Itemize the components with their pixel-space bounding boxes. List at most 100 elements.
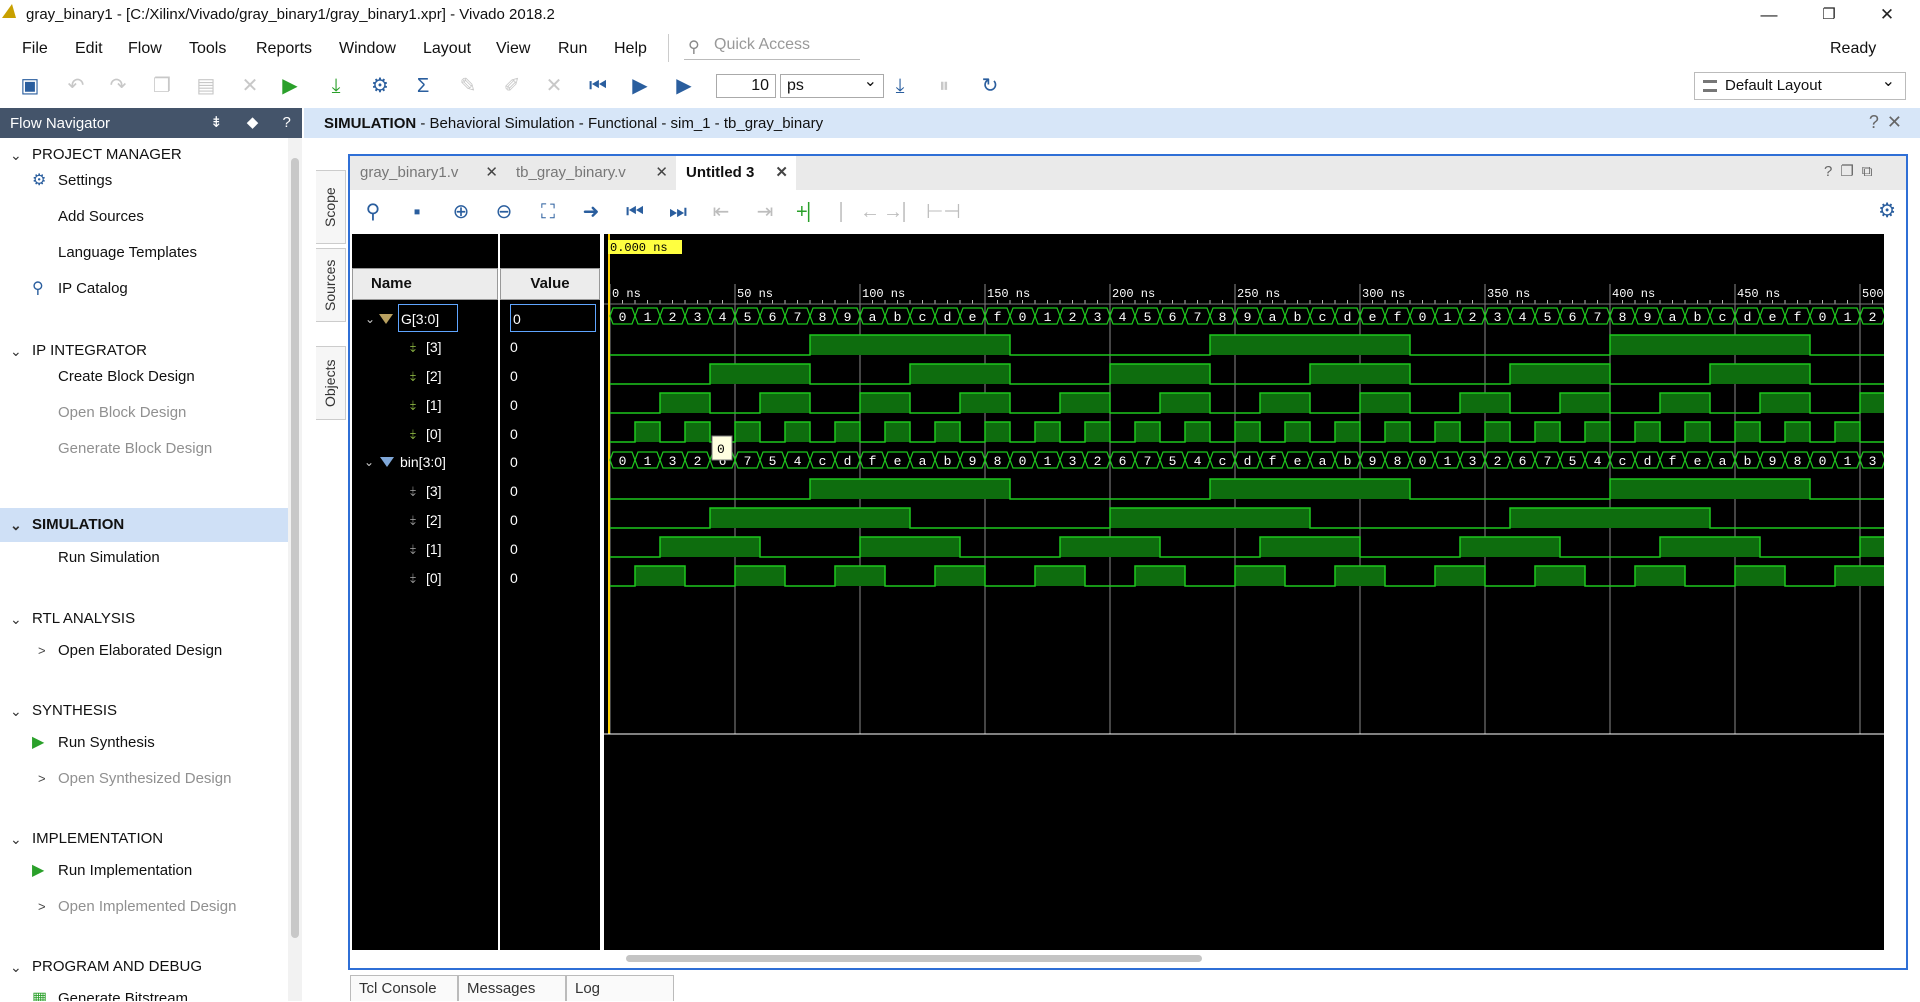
swap-cursors-icon[interactable]: ⊢⊣ — [926, 199, 961, 225]
signal-bin-3[interactable]: ⤈ [3] — [410, 477, 442, 505]
tab-messages[interactable]: Messages — [458, 975, 566, 1001]
nav-generate-block-design[interactable]: Generate Block Design — [58, 434, 212, 464]
restore-button[interactable]: ❐ — [1806, 2, 1852, 28]
nav-generate-bitstream[interactable]: ▦ Generate Bitstream — [32, 984, 188, 1001]
delete-icon[interactable]: ✕ — [238, 74, 262, 98]
signal-g-3[interactable]: ⤈ [3] — [410, 333, 442, 361]
minimize-button[interactable]: — — [1746, 2, 1792, 28]
nav-run-synthesis[interactable]: ▶ Run Synthesis — [32, 728, 155, 758]
step-icon[interactable]: ⤓ — [888, 74, 912, 98]
nav-open-implemented-design[interactable]: > Open Implemented Design — [38, 892, 236, 922]
section-rtl-analysis[interactable]: ⌄ RTL ANALYSIS — [0, 604, 288, 634]
redo-icon[interactable]: ↷ — [106, 74, 130, 98]
nav-language-templates[interactable]: Language Templates — [58, 238, 197, 268]
nav-settings[interactable]: ⚙ Settings — [32, 166, 112, 196]
run-all-icon[interactable]: ▶ — [628, 74, 652, 98]
section-simulation[interactable]: ⌄ SIMULATION — [0, 510, 288, 540]
tab-objects[interactable]: Objects — [316, 346, 346, 420]
nav-open-elaborated-design[interactable]: > Open Elaborated Design — [38, 636, 222, 666]
help-close-icons[interactable]: ?✕ — [1869, 112, 1910, 133]
tab-log[interactable]: Log — [566, 975, 674, 1001]
tab-scope[interactable]: Scope — [316, 170, 346, 244]
zoom-out-icon[interactable]: ⊖ — [491, 199, 517, 225]
relaunch-icon[interactable]: ↻ — [978, 74, 1002, 98]
signal-g-1[interactable]: ⤈ [1] — [410, 391, 442, 419]
signal-g-2[interactable]: ⤈ [2] — [410, 362, 442, 390]
go-to-start-icon[interactable]: ⏮ — [622, 199, 648, 225]
menu-run[interactable]: Run — [558, 40, 587, 58]
program-device-icon[interactable]: ⤓ — [324, 74, 348, 98]
search-icon[interactable]: ⚲ — [360, 199, 386, 225]
waveform-vertical-scrollbar[interactable] — [1884, 234, 1904, 946]
nav-run-implementation[interactable]: ▶ Run Implementation — [32, 856, 192, 886]
restart-icon[interactable]: ⏮ — [586, 74, 610, 98]
menu-window[interactable]: Window — [339, 40, 396, 58]
open-project-icon[interactable]: ▣ — [18, 74, 42, 98]
signal-bin-2[interactable]: ⤈ [2] — [410, 506, 442, 534]
section-synthesis[interactable]: ⌄ SYNTHESIS — [0, 696, 288, 726]
menu-file[interactable]: File — [22, 40, 48, 58]
tab-tb-gray-binary[interactable]: tb_gray_binary.v ✕ — [506, 156, 676, 190]
disabled-tool-icon[interactable]: ✎ — [456, 74, 480, 98]
time-unit-select[interactable]: ps — [780, 71, 884, 98]
window-controls-icons[interactable]: ?❐⧉ — [1824, 162, 1881, 180]
menu-layout[interactable]: Layout — [423, 40, 471, 58]
menu-edit[interactable]: Edit — [75, 40, 103, 58]
waveform-pane[interactable]: 0 ns 50 ns 100 ns 150 ns 200 ns 250 ns 300 ns 3… — [604, 234, 1886, 966]
copy-icon[interactable]: ❐ — [150, 74, 174, 98]
go-to-end-icon[interactable]: ⏭ — [665, 199, 691, 225]
menu-reports[interactable]: Reports — [256, 40, 312, 58]
flow-navigator-scrollbar[interactable] — [288, 138, 302, 1001]
gear-icon[interactable]: ⚙ — [1878, 198, 1896, 223]
run-time-input[interactable]: 10 — [716, 74, 776, 98]
signal-g-bus[interactable]: ⌄ G[3:0] — [365, 304, 458, 332]
value-column-header[interactable]: Value — [500, 268, 600, 300]
undo-icon[interactable]: ↶ — [64, 74, 88, 98]
menu-view[interactable]: View — [496, 40, 530, 58]
disabled-tool-icon-3[interactable]: ✕ — [542, 74, 566, 98]
quick-access-input[interactable]: ⚲ Quick Access — [684, 36, 860, 60]
tab-tcl-console[interactable]: Tcl Console — [350, 975, 458, 1001]
next-transition-icon[interactable]: ⇥ — [752, 199, 778, 225]
tab-gray-binary1[interactable]: gray_binary1.v ✕ — [350, 156, 506, 190]
section-program-and-debug[interactable]: ⌄ PROGRAM AND DEBUG — [0, 952, 288, 982]
save-icon[interactable]: ▪ — [404, 199, 430, 225]
zoom-in-icon[interactable]: ⊕ — [448, 199, 474, 225]
nav-ip-catalog[interactable]: ⚲ IP Catalog — [32, 274, 128, 304]
nav-open-block-design[interactable]: Open Block Design — [58, 398, 186, 428]
add-marker-icon[interactable]: +⎸ — [796, 199, 828, 225]
value-g-bus[interactable]: 0 — [510, 304, 596, 332]
signal-bin-1[interactable]: ⤈ [1] — [410, 535, 442, 563]
settings-icon[interactable]: ⚙ — [368, 74, 392, 98]
nav-create-block-design[interactable]: Create Block Design — [58, 362, 195, 392]
menu-flow[interactable]: Flow — [128, 40, 162, 58]
tab-untitled-3[interactable]: Untitled 3 ✕ — [676, 156, 796, 190]
close-tab-icon[interactable]: ✕ — [485, 156, 498, 190]
run-icon[interactable]: ▶ — [278, 74, 302, 98]
section-implementation[interactable]: ⌄ IMPLEMENTATION — [0, 824, 288, 854]
sigma-icon[interactable]: Σ — [411, 74, 435, 98]
scrollbar-thumb[interactable] — [291, 158, 299, 938]
scrollbar-thumb[interactable] — [626, 955, 1202, 962]
layout-select[interactable]: Default Layout — [1694, 69, 1906, 100]
close-tab-icon[interactable]: ✕ — [775, 156, 788, 190]
nav-open-synthesized-design[interactable]: > Open Synthesized Design — [38, 764, 231, 794]
paste-icon[interactable]: ▤ — [194, 74, 218, 98]
nav-add-sources[interactable]: Add Sources — [58, 202, 144, 232]
menu-help[interactable]: Help — [614, 40, 647, 58]
disabled-tool-icon-2[interactable]: ✐ — [500, 74, 524, 98]
close-button[interactable]: ✕ — [1864, 2, 1910, 28]
run-for-icon[interactable]: ▶︎ — [672, 74, 696, 98]
previous-marker-icon[interactable]: ⎸← — [840, 199, 880, 225]
go-to-cursor-icon[interactable]: ➜ — [578, 199, 604, 225]
name-column-header[interactable]: Name — [352, 268, 498, 300]
signal-bin-0[interactable]: ⤈ [0] — [410, 564, 442, 592]
previous-transition-icon[interactable]: ⇤ — [708, 199, 734, 225]
pause-icon[interactable]: ⏸ — [932, 74, 956, 98]
signal-bin-bus[interactable]: ⌄ bin[3:0] — [364, 448, 446, 476]
nav-run-simulation[interactable]: Run Simulation — [58, 543, 160, 573]
menu-tools[interactable]: Tools — [189, 40, 226, 58]
signal-g-0[interactable]: ⤈ [0] — [410, 420, 442, 448]
zoom-fit-icon[interactable]: ⛶ — [535, 199, 561, 225]
close-tab-icon[interactable]: ✕ — [655, 156, 668, 190]
